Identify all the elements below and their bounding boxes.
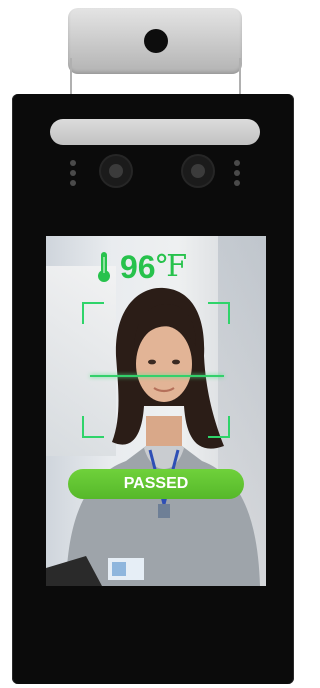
temperature-unit: ℉ — [155, 249, 188, 284]
frame-corner — [208, 416, 230, 438]
temperature-value: 96 — [120, 249, 156, 285]
thermal-sensor-lens — [144, 29, 168, 53]
ir-led — [234, 160, 240, 166]
frame-corner — [208, 302, 230, 324]
scan-line — [90, 375, 224, 377]
sensor-bracket-left — [70, 58, 72, 98]
ir-led — [70, 160, 76, 166]
camera-left-icon — [101, 156, 131, 186]
display-screen: 96 ℉ PASSED — [46, 236, 266, 586]
ir-led — [234, 170, 240, 176]
frame-corner — [82, 416, 104, 438]
ir-led — [70, 170, 76, 176]
frame-corner — [82, 302, 104, 324]
fill-light-bar — [50, 119, 260, 145]
temperature-readout: 96 ℉ — [96, 250, 187, 284]
thermometer-icon — [98, 252, 110, 282]
ir-led — [70, 180, 76, 186]
camera-right-icon — [183, 156, 213, 186]
face-detection-frame — [82, 302, 230, 438]
ir-led — [234, 180, 240, 186]
passed-status-banner: PASSED — [68, 469, 244, 499]
sensor-bracket-right — [239, 58, 241, 98]
